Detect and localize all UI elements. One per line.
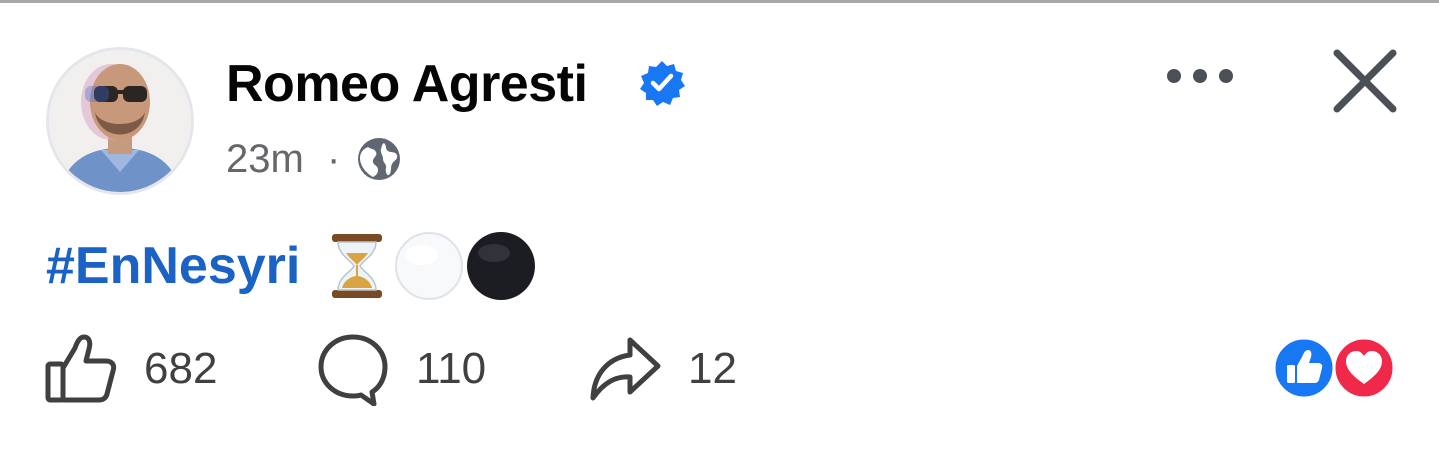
hashtag-link[interactable]: #EnNesyri xyxy=(46,236,300,296)
black-circle-emoji xyxy=(467,232,536,300)
comment-bubble-icon xyxy=(318,334,388,406)
post-text: #EnNesyri xyxy=(46,228,536,304)
meta-separator: · xyxy=(327,137,341,181)
globe-icon xyxy=(358,138,400,180)
post-timestamp[interactable]: 23m xyxy=(226,136,304,182)
white-circle-emoji xyxy=(395,232,464,300)
share-arrow-icon xyxy=(590,337,661,401)
hourglass-emoji xyxy=(332,234,383,298)
share-button[interactable]: 12 xyxy=(588,332,737,406)
like-reaction-icon xyxy=(1272,336,1336,400)
author-avatar[interactable] xyxy=(46,47,194,195)
like-button[interactable]: 682 xyxy=(44,332,217,406)
top-divider xyxy=(0,0,1439,3)
share-count: 12 xyxy=(688,344,737,393)
close-button[interactable] xyxy=(1327,43,1403,119)
more-options-button[interactable] xyxy=(1160,54,1240,98)
more-horizontal-icon xyxy=(1167,69,1233,83)
love-reaction-icon xyxy=(1332,336,1396,400)
comment-button[interactable]: 110 xyxy=(316,332,486,406)
like-count: 682 xyxy=(144,344,218,393)
verified-badge-icon xyxy=(640,61,685,106)
thumbs-up-icon xyxy=(45,334,117,403)
avatar-photo xyxy=(49,50,191,192)
reactions-summary[interactable] xyxy=(1272,336,1398,400)
comment-count: 110 xyxy=(416,344,487,393)
author-name[interactable]: Romeo Agresti xyxy=(226,52,588,116)
close-icon xyxy=(1333,49,1397,113)
